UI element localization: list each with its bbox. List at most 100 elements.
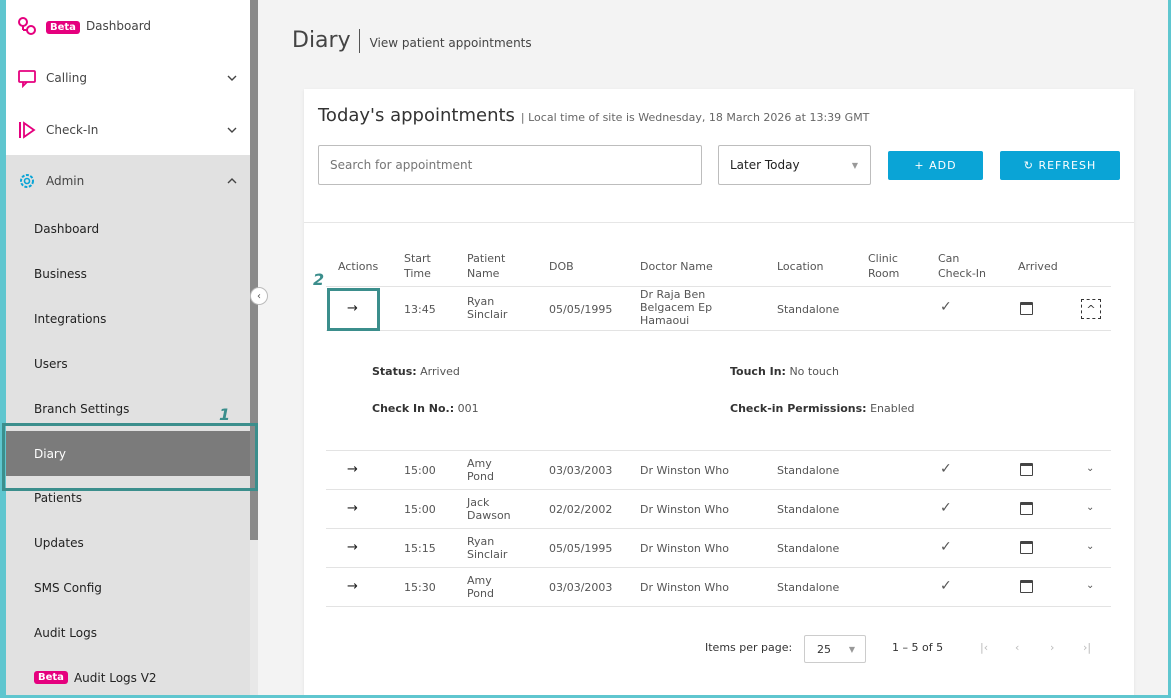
location: Standalone	[777, 303, 840, 316]
sidebar-item-admin[interactable]: Admin	[6, 155, 250, 207]
check-icon: ✓	[940, 299, 952, 315]
sidebar-item-integrations[interactable]: Integrations	[6, 296, 250, 341]
arrow-right-icon[interactable]: →	[347, 540, 358, 555]
calendar-icon	[1020, 463, 1033, 476]
page-subtitle: View patient appointments	[369, 35, 532, 50]
start-time: 15:00	[404, 464, 436, 477]
card-divider	[304, 222, 1134, 223]
arrow-right-icon[interactable]: →	[347, 579, 358, 594]
doctor-name: Dr Winston Who	[640, 464, 729, 477]
calendar-check-icon	[1020, 302, 1033, 315]
first-page-icon[interactable]: |‹	[980, 641, 988, 654]
collapse-row-button[interactable]: ^	[1081, 299, 1101, 319]
column-header-arrived: Arrived	[1018, 260, 1058, 273]
highlight-box-2	[327, 288, 380, 331]
annotation-number-1: 1	[219, 405, 231, 424]
items-per-page-select[interactable]: 25 ▼	[804, 635, 866, 663]
beta-badge: Beta	[34, 671, 68, 684]
dob: 03/03/2003	[549, 581, 613, 594]
doctor-name: Dr Winston Who	[640, 581, 729, 594]
detail-perm-value: Enabled	[870, 402, 915, 415]
detail-permissions: Check-in Permissions: Enabled	[730, 402, 915, 415]
detail-touch-in: Touch In: No touch	[730, 365, 839, 378]
arrow-right-icon[interactable]: →	[347, 501, 358, 516]
detail-touch-value: No touch	[789, 365, 839, 378]
last-page-icon[interactable]: ›|	[1083, 641, 1091, 654]
detail-checkin-no: Check In No.: 001	[372, 402, 479, 415]
page-header: Diary View patient appointments	[292, 28, 532, 53]
chevron-down-icon[interactable]: ⌄	[1086, 580, 1094, 591]
patient-name: Ryan Sinclair	[467, 295, 508, 321]
start-time: 15:15	[404, 542, 436, 555]
appointments-card: Today's appointments | Local time of sit…	[304, 89, 1134, 698]
chevron-left-icon: ‹	[257, 290, 261, 302]
location: Standalone	[777, 503, 840, 516]
previous-page-icon[interactable]: ‹	[1015, 641, 1019, 654]
chevron-down-icon[interactable]: ⌄	[1086, 541, 1094, 552]
sidebar-scrollbar-track[interactable]	[250, 540, 258, 698]
next-page-icon[interactable]: ›	[1050, 641, 1054, 654]
patient-name: Ryan Sinclair	[467, 535, 508, 561]
dob: 03/03/2003	[549, 464, 613, 477]
sidebar-item-calling[interactable]: Calling	[6, 52, 250, 104]
card-header: Today's appointments | Local time of sit…	[318, 105, 869, 126]
caret-down-icon: ▼	[851, 160, 858, 170]
detail-status: Status: Arrived	[372, 365, 460, 378]
chat-icon	[18, 70, 36, 88]
column-header-actions: Actions	[338, 260, 379, 273]
sidebar-item-audit-logs[interactable]: Audit Logs	[6, 610, 250, 655]
sidebar-item-updates[interactable]: Updates	[6, 520, 250, 565]
caret-down-icon: ▼	[848, 644, 855, 654]
sidebar-item-business[interactable]: Business	[6, 251, 250, 296]
column-header-patient-name: Patient Name	[467, 252, 506, 280]
sidebar-item-label: Dashboard	[85, 18, 152, 33]
chevron-down-icon[interactable]: ⌄	[1086, 502, 1094, 513]
collapse-sidebar-button[interactable]: ‹	[250, 287, 268, 305]
page-title: Diary	[292, 28, 351, 53]
sidebar-item-admin-dashboard[interactable]: Dashboard	[6, 206, 250, 251]
search-input[interactable]	[318, 145, 702, 185]
add-button[interactable]: + ADD	[888, 151, 983, 180]
column-header-can-checkin: Can Check-In	[938, 252, 987, 280]
doctor-name: Dr Winston Who	[640, 503, 729, 516]
page-range: 1 – 5 of 5	[892, 641, 944, 654]
start-time: 15:30	[404, 581, 436, 594]
column-header-start-time: Start Time	[404, 252, 431, 280]
dob: 05/05/1995	[549, 542, 613, 555]
annotation-number-2: 2	[313, 270, 325, 289]
highlight-box-1	[2, 423, 258, 491]
column-header-location: Location	[777, 260, 824, 273]
calendar-icon	[1020, 541, 1033, 554]
check-icon: ✓	[940, 578, 952, 594]
detail-checkin-value: 001	[457, 402, 479, 415]
sidebar-item-label: Admin	[46, 174, 85, 188]
beta-badge: Beta	[46, 20, 80, 34]
check-icon: ✓	[940, 461, 952, 477]
column-header-dob: DOB	[549, 260, 574, 273]
chevron-down-icon[interactable]: ⌄	[1086, 463, 1094, 474]
location: Standalone	[777, 581, 840, 594]
calendar-icon	[1020, 580, 1033, 593]
sidebar-item-sms-config[interactable]: SMS Config	[6, 565, 250, 610]
refresh-button[interactable]: ↻ REFRESH	[1000, 151, 1120, 180]
patient-name: Jack Dawson	[467, 496, 511, 522]
detail-checkin-label: Check In No.:	[372, 402, 455, 415]
local-time-text: | Local time of site is Wednesday, 18 Ma…	[520, 111, 870, 124]
time-filter-value: Later Today	[730, 158, 800, 172]
detail-perm-label: Check-in Permissions:	[730, 402, 867, 415]
detail-status-label: Status:	[372, 365, 417, 378]
arrow-right-icon[interactable]: →	[347, 462, 358, 477]
detail-touch-label: Touch In:	[730, 365, 786, 378]
sidebar-item-label: Audit Logs V2	[73, 670, 157, 685]
sidebar-item-checkin[interactable]: Check-In	[6, 104, 250, 156]
time-filter-select[interactable]: Later Today ▼	[718, 145, 871, 185]
column-header-clinic-room: Clinic Room	[868, 252, 900, 280]
chevron-up-icon: ^	[1086, 302, 1096, 316]
sidebar-item-label: Check-In	[46, 123, 99, 137]
sidebar-item-users[interactable]: Users	[6, 341, 250, 386]
dob: 02/02/2002	[549, 503, 613, 516]
chevron-down-icon	[227, 127, 237, 133]
sidebar-item-dashboard[interactable]: Beta Dashboard	[6, 0, 250, 52]
sidebar-item-audit-logs-v2[interactable]: Beta Audit Logs V2	[6, 655, 250, 698]
card-title: Today's appointments	[318, 105, 515, 126]
